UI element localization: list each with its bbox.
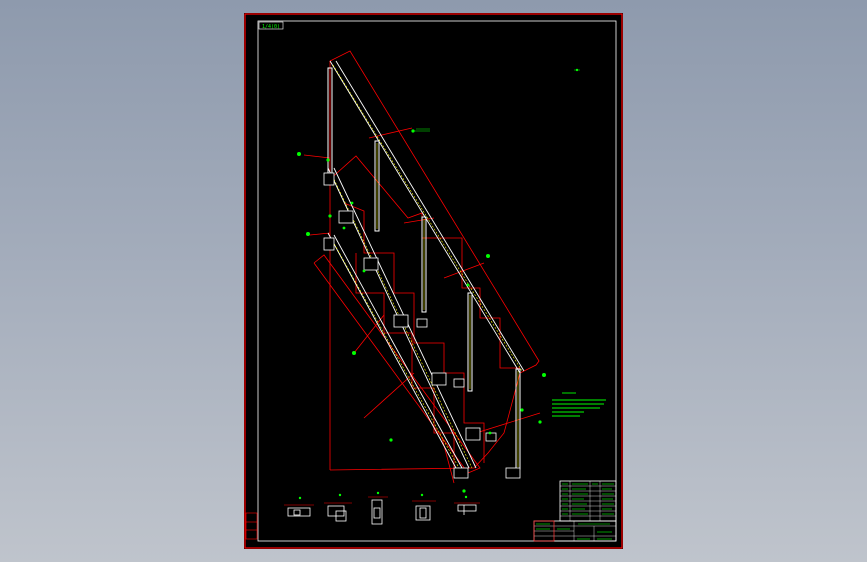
parts-list: [559, 480, 617, 522]
section-details: [284, 491, 480, 525]
inner-frame: [257, 20, 617, 542]
title-block: [533, 520, 617, 542]
stair-elevation: [297, 50, 580, 493]
outer-frame: [244, 13, 623, 549]
binding-strip: [245, 512, 258, 540]
drawing-sheet[interactable]: 1/4(0): [244, 13, 623, 549]
sheet-tag: 1/4(0): [262, 24, 280, 30]
technical-notes: [552, 392, 606, 417]
cad-drawing: 1/4(0): [244, 13, 623, 549]
